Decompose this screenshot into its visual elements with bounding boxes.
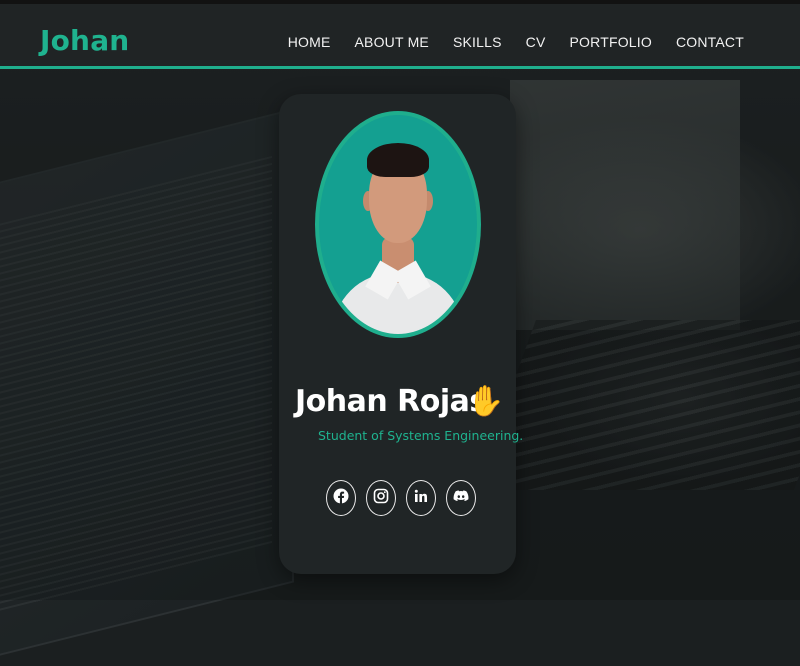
nav-portfolio[interactable]: PORTFOLIO — [570, 34, 652, 50]
linkedin-icon — [413, 488, 429, 509]
discord-link[interactable] — [446, 480, 476, 516]
instagram-icon — [373, 488, 389, 509]
header-accent-line — [0, 66, 800, 69]
nav-home[interactable]: HOME — [288, 34, 331, 50]
facebook-icon — [333, 488, 349, 509]
nav-skills[interactable]: SKILLS — [453, 34, 502, 50]
avatar-photo — [319, 115, 477, 334]
avatar-ring — [315, 111, 481, 338]
nav-contact[interactable]: CONTACT — [676, 34, 744, 50]
linkedin-link[interactable] — [406, 480, 436, 516]
site-logo[interactable]: Johan — [40, 24, 129, 57]
profile-name: Johan Rojas — [295, 384, 487, 419]
nav-about-me[interactable]: ABOUT ME — [355, 34, 429, 50]
facebook-link[interactable] — [326, 480, 356, 516]
main-nav: HOME ABOUT ME SKILLS CV PORTFOLIO CONTAC… — [288, 34, 744, 50]
discord-icon — [453, 488, 469, 509]
top-navbar: Johan HOME ABOUT ME SKILLS CV PORTFOLIO … — [0, 0, 800, 66]
waving-hand-icon: ✋ — [467, 385, 505, 418]
social-links — [326, 480, 476, 516]
profile-card: Johan Rojas ✋ Student of Systems Enginee… — [279, 94, 523, 574]
nav-cv[interactable]: CV — [526, 34, 546, 50]
instagram-link[interactable] — [366, 480, 396, 516]
profile-subtitle: Student of Systems Engineering. — [318, 428, 524, 443]
